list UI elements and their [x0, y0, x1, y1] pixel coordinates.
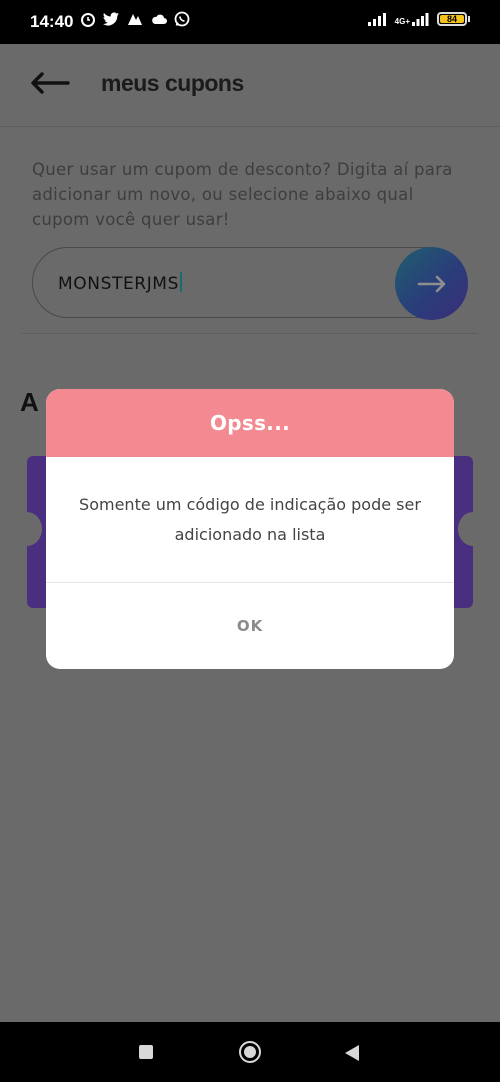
screen: 14:40 4G+ 84 meus cupons Quer usar um cu… [0, 0, 500, 1082]
battery-icon: 84 [437, 12, 470, 26]
signal-icon [367, 13, 386, 26]
divider [22, 333, 478, 334]
battery-level: 84 [440, 15, 464, 24]
app-header: meus cupons [0, 44, 500, 127]
dialog-header: Opss... [46, 389, 454, 457]
coupon-instructions: Quer usar um cupom de desconto? Digita a… [32, 160, 453, 229]
back-arrow-icon[interactable] [30, 72, 70, 94]
error-dialog: Opss... Somente um código de indicação p… [46, 389, 454, 669]
system-icons: 4G+ 84 [367, 12, 470, 26]
ticket-notch-right [458, 512, 488, 546]
alarm-icon [81, 13, 95, 27]
twitter-icon [103, 12, 119, 26]
signal-icon [412, 13, 429, 26]
navigation-bar [0, 1022, 500, 1082]
notification-icons [80, 11, 190, 27]
ok-button[interactable]: OK [46, 583, 454, 669]
back-icon[interactable] [344, 1044, 360, 1062]
cloud-icon [152, 14, 167, 24]
apply-coupon-button[interactable] [395, 247, 468, 320]
arrow-right-icon [417, 275, 446, 293]
status-time: 14:40 [30, 12, 74, 31]
network-type-label: 4G+ [394, 17, 410, 26]
recents-icon[interactable] [139, 1045, 153, 1059]
page-title: meus cupons [101, 70, 244, 96]
ticket-notch-left [12, 512, 42, 546]
dialog-title: Opss... [209, 411, 291, 435]
app-notification-icon [128, 14, 142, 25]
text-cursor [179, 272, 182, 292]
dialog-body: Somente um código de indicação pode ser … [46, 457, 454, 582]
coupon-code-text: MONSTERJMS [58, 274, 179, 294]
home-icon[interactable] [239, 1041, 261, 1063]
status-bar: 14:40 4G+ 84 [0, 0, 500, 44]
signal-4g: 4G+ [395, 12, 429, 26]
coupon-code-value[interactable]: MONSTERJMS [58, 272, 182, 294]
dialog-message: Somente um código de indicação pode ser … [79, 494, 421, 544]
section-title: A [20, 387, 39, 417]
whatsapp-icon [174, 11, 190, 27]
